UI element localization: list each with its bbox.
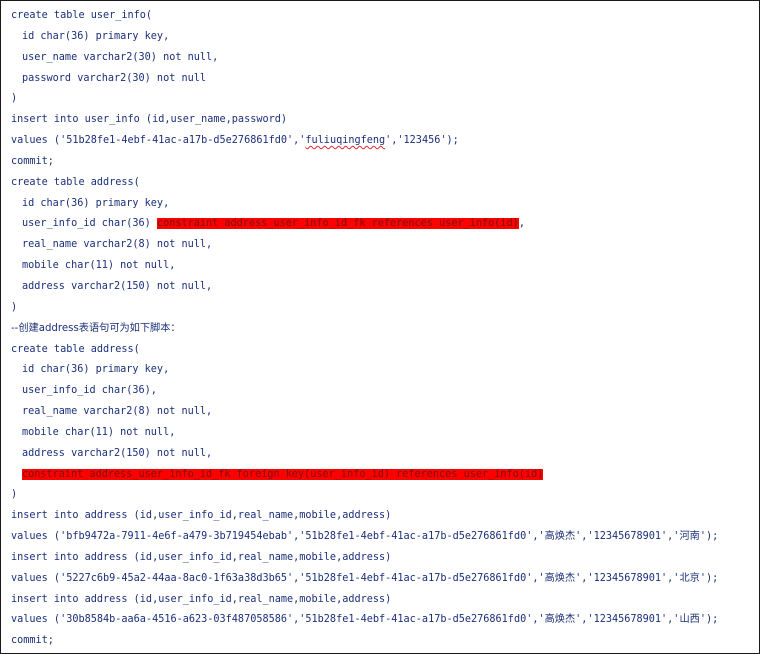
code-line: insert into address (id,user_info_id,rea… bbox=[11, 593, 392, 605]
code-comment-line: --创建address表语句可为如下脚本： bbox=[11, 322, 181, 334]
code-line: insert into user_info (id,user_name,pass… bbox=[11, 114, 288, 126]
code-line: insert into address (id,user_info_id,rea… bbox=[11, 551, 392, 563]
code-line: mobile char(11) not null, bbox=[22, 426, 176, 438]
spellcheck-word: fuliuqingfeng bbox=[305, 135, 386, 147]
code-line: real_name varchar2(8) not null, bbox=[22, 406, 213, 418]
code-line: ) bbox=[11, 93, 18, 105]
highlighted-constraint: constraint address_user_info_id_fk forei… bbox=[22, 468, 544, 480]
code-line: user_info_id char(36) constraint address… bbox=[22, 218, 525, 230]
code-line: values ('bfb9472a-7911-4e6f-a479-3b71945… bbox=[11, 531, 719, 543]
code-line: ) bbox=[11, 301, 18, 313]
code-line: constraint address_user_info_id_fk forei… bbox=[11, 465, 755, 486]
code-line: user_name varchar2(30) not null, bbox=[22, 51, 219, 63]
sql-code-block: create table user_info( id char(36) prim… bbox=[11, 6, 755, 652]
code-line: address varchar2(150) not null, bbox=[22, 447, 213, 459]
code-line: address varchar2(150) not null, bbox=[22, 280, 213, 292]
code-line: values ('30b8584b-aa6a-4516-a623-03f4870… bbox=[11, 614, 719, 626]
code-line: commit; bbox=[11, 155, 54, 167]
code-line: values ('51b28fe1-4ebf-41ac-a17b-d5e2768… bbox=[11, 135, 459, 147]
code-line: id char(36) primary key, bbox=[22, 364, 170, 376]
code-line: ) bbox=[11, 489, 18, 501]
code-line: mobile char(11) not null, bbox=[22, 260, 176, 272]
code-line: id char(36) primary key, bbox=[22, 30, 170, 42]
code-line: user_info_id char(36), bbox=[22, 385, 157, 397]
code-line: values ('5227c6b9-45a2-44aa-8ac0-1f63a38… bbox=[11, 572, 719, 584]
code-line: real_name varchar2(8) not null, bbox=[22, 239, 213, 251]
code-line: password varchar2(30) not null bbox=[22, 72, 207, 84]
code-line: insert into address (id,user_info_id,rea… bbox=[11, 510, 392, 522]
code-line: create table address( bbox=[11, 343, 140, 355]
highlighted-constraint: constraint address_user_info_id_fk refer… bbox=[156, 218, 519, 230]
code-document-frame: create table user_info( id char(36) prim… bbox=[0, 0, 760, 654]
code-line: create table address( bbox=[11, 176, 140, 188]
code-line: id char(36) primary key, bbox=[22, 197, 170, 209]
code-line: commit; bbox=[11, 635, 54, 647]
code-line: create table user_info( bbox=[11, 10, 153, 21]
